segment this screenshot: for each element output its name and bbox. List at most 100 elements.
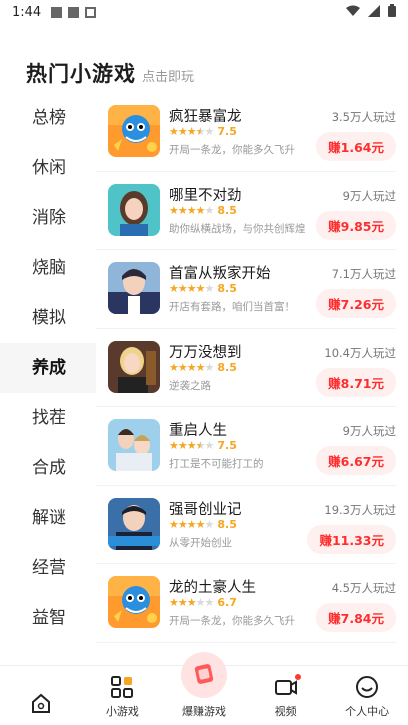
played-count: 10.4万人玩过: [324, 345, 396, 360]
earn-button[interactable]: 赚11.33元: [307, 524, 396, 554]
category-item[interactable]: 合成: [0, 443, 96, 493]
star-icon: ★: [186, 125, 197, 138]
game-thumbnail[interactable]: [108, 340, 160, 393]
star-icon: ★: [204, 439, 215, 452]
notification-icon: [68, 6, 80, 18]
rating-score: 8.5: [217, 517, 237, 531]
game-rating: ★ ★ ★ ★ ★ 8.5: [169, 361, 237, 374]
earn-button[interactable]: 赚7.26元: [316, 289, 396, 318]
game-row[interactable]: 万万没想到 ★ ★ ★ ★ ★ 8.5 逆袭之路 10.4万人玩过 赚8.71元: [96, 329, 396, 407]
game-thumbnail[interactable]: [108, 262, 160, 314]
game-thumbnail[interactable]: [108, 183, 160, 236]
star-icon: ★: [186, 517, 197, 531]
star-icon: ★: [186, 282, 197, 295]
game-row[interactable]: 疯狂暴富龙 ★ ★ ★ ★ ★ 7.5 开局一条龙，你能多久飞升 3.5万人玩过赚1.64元: [96, 93, 396, 172]
rating-score: 8.5: [217, 282, 237, 295]
game-row[interactable]: 龙的土豪人生 ★ ★ ★ ★ ★ 6.7 开局一条龙，你能多久飞升 4.5万人玩过 赚7.84元: [96, 564, 396, 643]
category-item[interactable]: 总榜: [0, 93, 96, 143]
money-icon: [180, 652, 227, 698]
star-icon: ★: [204, 125, 215, 138]
smile-icon: [356, 676, 379, 698]
category-item[interactable]: 解谜: [0, 493, 96, 543]
game-rating: ★ ★ ★ ★ ★ 8.5: [169, 282, 237, 295]
game-name: 首富从叛家开始: [169, 266, 271, 282]
played-count: 9万人玩过: [342, 188, 396, 203]
game-rating: ★ ★ ★ ★ ★ 7.5: [169, 125, 237, 138]
star-icon: ★: [177, 360, 188, 374]
star-icon: ★: [169, 360, 179, 374]
category-item[interactable]: 休闲: [0, 143, 96, 193]
earn-button[interactable]: 赚6.67元: [316, 446, 396, 475]
earn-button[interactable]: 赚1.64元: [316, 132, 396, 161]
game-rating: ★ ★ ★ ★ ★ 8.5: [169, 518, 237, 531]
game-row[interactable]: 强哥创业记 ★ ★ ★ ★ ★ 8.5 从零开始创业 19.3万人玩过 赚11.33元: [96, 486, 396, 564]
earn-button[interactable]: 赚7.84元: [316, 603, 396, 632]
tab-hot-earn[interactable]: 爆赚游戏: [163, 652, 245, 725]
wifi-icon: [346, 5, 360, 16]
earn-button[interactable]: 赚8.71元: [316, 367, 396, 397]
category-item[interactable]: 找茬: [0, 393, 96, 443]
star-icon: ★: [204, 360, 215, 374]
star-icon: ★: [169, 439, 179, 452]
star-icon: ★: [204, 282, 215, 295]
tab-profile[interactable]: 个人中心: [326, 666, 408, 725]
played-count: 9万人玩过: [342, 424, 396, 438]
rating-score: 7.5: [217, 125, 237, 138]
rating-score: 8.5: [217, 360, 237, 374]
star-icon: ★: [177, 203, 188, 217]
rating-score: 7.5: [217, 439, 237, 452]
star-icon: ★: [195, 517, 206, 531]
star-icon: ★: [204, 203, 215, 217]
game-row[interactable]: 首富从叛家开始 ★ ★ ★ ★ ★ 8.5 开店有套路，咱们当首富！ 7.1万人玩过 赚7.26元: [96, 250, 396, 329]
tab-mini-games[interactable]: 小游戏: [82, 666, 164, 725]
star-icon: ★: [177, 439, 188, 452]
category-sidebar: 总榜 休闲 消除 烧脑 模拟 养成 找茬 合成 解谜 经营 益智: [0, 93, 96, 643]
tab-video-label: 视频: [274, 705, 297, 718]
star-icon: ★: [177, 596, 188, 609]
tab-video[interactable]: 视频: [245, 666, 327, 725]
star-icon: ★: [195, 596, 206, 609]
game-thumbnail[interactable]: [108, 105, 160, 157]
game-row[interactable]: 哪里不对劲 ★ ★ ★ ★ ★ 8.5 助你纵横战场，与你共创辉煌 9万人玩过 赚9.85元: [96, 172, 396, 250]
game-description: 逆袭之路: [169, 379, 211, 392]
game-row[interactable]: 重启人生 ★ ★ ★ ★ ★ 7.5 打工是不可能打工的 9万人玩过 赚6.67元: [96, 407, 396, 486]
played-count: 7.1万人玩过: [331, 267, 396, 281]
category-item[interactable]: 烧脑: [0, 243, 96, 293]
star-icon: ★: [195, 360, 206, 374]
status-time: 1:44: [12, 4, 42, 20]
game-thumbnail[interactable]: [108, 497, 160, 550]
category-item[interactable]: 模拟: [0, 293, 96, 343]
star-icon: ★: [177, 517, 188, 531]
earn-button[interactable]: 赚9.85元: [316, 210, 396, 240]
category-item[interactable]: 消除: [0, 193, 96, 243]
game-name: 强哥创业记: [169, 501, 242, 518]
game-thumbnail[interactable]: [108, 419, 160, 471]
game-description: 打工是不可能打工的: [169, 458, 264, 470]
star-icon: ★: [169, 125, 179, 138]
game-rating: ★ ★ ★ ★ ★ 7.5: [169, 439, 237, 452]
tab-home[interactable]: [0, 666, 82, 725]
game-name: 疯狂暴富龙: [169, 109, 242, 125]
half-star-icon: ★: [195, 439, 206, 452]
played-count: 19.3万人玩过: [324, 502, 396, 517]
game-list: 疯狂暴富龙 ★ ★ ★ ★ ★ 7.5 开局一条龙，你能多久飞升 3.5万人玩过 赚1.64元 哪里…: [96, 93, 408, 643]
game-description: 助你纵横战场，与你共创辉煌: [169, 222, 306, 235]
battery-icon: [388, 4, 396, 17]
star-icon: ★: [169, 517, 179, 531]
game-thumbnail[interactable]: [108, 576, 160, 628]
tab-profile-label: 个人中心: [345, 705, 390, 718]
star-icon: ★: [169, 203, 179, 217]
game-description: 开店有套路，咱们当首富！: [169, 301, 295, 313]
category-item[interactable]: 益智: [0, 593, 96, 643]
signal-icon: [368, 4, 380, 17]
game-name: 龙的土豪人生: [169, 580, 256, 596]
star-icon: ★: [204, 596, 215, 609]
notification-icon: [51, 6, 63, 18]
category-item[interactable]: 经营: [0, 543, 96, 593]
game-description: 开局一条龙，你能多久飞升: [169, 144, 295, 156]
game-description: 开局一条龙，你能多久飞升: [169, 615, 295, 627]
played-count: 3.5万人玩过: [331, 110, 396, 124]
star-icon: ★: [177, 125, 188, 138]
category-item[interactable]: 养成: [0, 343, 96, 393]
bottom-tab-bar: 小游戏 爆赚游戏 视频 个人中心: [0, 652, 408, 725]
